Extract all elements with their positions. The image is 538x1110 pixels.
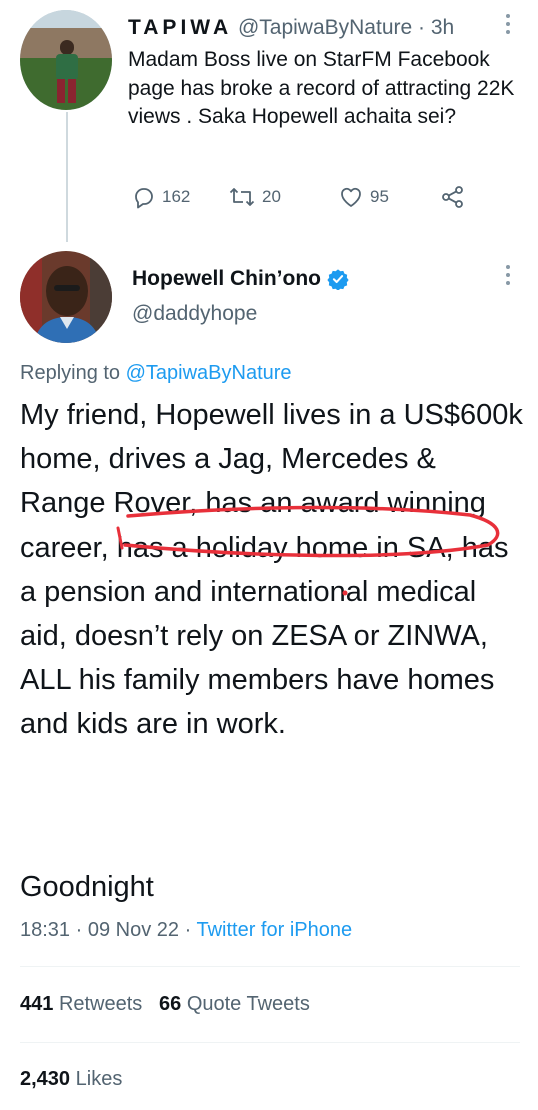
- like-icon: [341, 187, 361, 207]
- quote-tweets-count: 66: [159, 993, 182, 1015]
- replying-to-label: Replying to: [20, 362, 121, 384]
- tweet-goodnight: Goodnight: [20, 871, 154, 903]
- reply-icon: [135, 188, 153, 209]
- retweets-link[interactable]: 441 Retweets: [20, 993, 148, 1015]
- retweet-count: 20: [262, 187, 281, 206]
- avatar-hopewell[interactable]: [20, 251, 112, 343]
- retweet-button[interactable]: 20: [228, 182, 281, 212]
- divider: [20, 1042, 520, 1043]
- reply-text: Madam Boss live on StarFM Facebook page …: [128, 48, 515, 129]
- retweet-stats: 441 Retweets 66 Quote Tweets: [20, 993, 310, 1016]
- share-button[interactable]: [440, 182, 466, 212]
- meta-separator: ·: [75, 919, 83, 941]
- reply-count: 162: [162, 187, 191, 206]
- replying-to: Replying to @TapiwaByNature: [20, 362, 292, 385]
- like-count: 95: [370, 187, 389, 206]
- reply-button[interactable]: 162: [132, 182, 190, 212]
- retweets-label: Retweets: [58, 993, 143, 1015]
- reply-author-handle[interactable]: @TapiwaByNature: [238, 16, 412, 39]
- divider: [20, 966, 520, 967]
- more-icon[interactable]: [506, 14, 512, 38]
- likes-label: Likes: [75, 1068, 123, 1090]
- like-button[interactable]: 95: [338, 182, 389, 212]
- tweet-author-name[interactable]: Hopewell Chin’ono: [132, 267, 321, 291]
- meta-separator: ·: [184, 919, 192, 941]
- reply-timestamp[interactable]: 3h: [431, 16, 454, 39]
- replying-to-handle-link[interactable]: @TapiwaByNature: [126, 362, 292, 384]
- tweet-text: My friend, Hopewell lives in a US$600k h…: [20, 399, 523, 741]
- reply-author-name[interactable]: TAPIWA: [128, 16, 232, 39]
- retweets-count: 441: [20, 993, 54, 1015]
- reply-tweet[interactable]: TAPIWA @TapiwaByNature · 3h Madam Boss l…: [0, 0, 538, 245]
- likes-stats[interactable]: 2,430 Likes: [20, 1068, 122, 1091]
- more-icon[interactable]: [506, 265, 512, 289]
- tweet-author-handle[interactable]: @daddyhope: [132, 302, 257, 326]
- tweet-metadata: 18:31 · 09 Nov 22 · Twitter for iPhone: [20, 919, 352, 942]
- tweet-time[interactable]: 18:31: [20, 919, 70, 941]
- tweet-source-link[interactable]: Twitter for iPhone: [196, 919, 352, 941]
- tweet-date[interactable]: 09 Nov 22: [88, 919, 179, 941]
- tweet-author[interactable]: Hopewell Chin’ono: [132, 267, 349, 291]
- quote-tweets-label: Quote Tweets: [186, 993, 310, 1015]
- reply-action-bar: 162 20 95: [132, 182, 492, 212]
- reply-separator: ·: [418, 16, 426, 39]
- likes-count: 2,430: [20, 1068, 71, 1090]
- reply-header: TAPIWA @TapiwaByNature · 3h: [128, 16, 454, 40]
- avatar-tapiwa[interactable]: [20, 10, 112, 110]
- retweet-icon: [229, 188, 255, 206]
- quote-tweets-link[interactable]: 66 Quote Tweets: [159, 993, 310, 1015]
- verified-icon: [327, 269, 349, 290]
- share-icon: [442, 186, 463, 208]
